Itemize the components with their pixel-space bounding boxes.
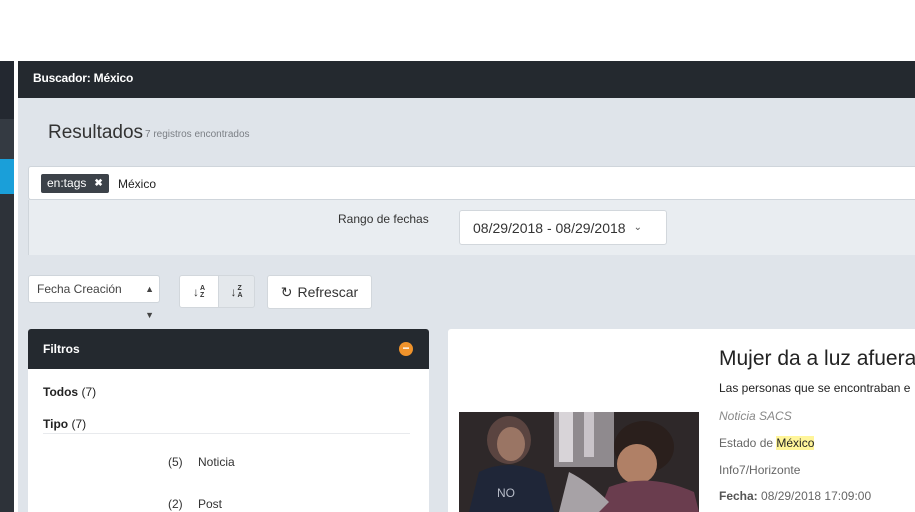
top-whitespace [0,0,915,61]
page-header: Buscador: México [18,61,915,98]
sort-descending-button[interactable]: ↓ Z A [219,275,255,308]
result-summary: Las personas que se encontraban e [719,381,911,395]
sidebar-segment[interactable] [0,61,14,119]
result-state: Estado de México [719,436,815,450]
sort-ascending-button[interactable]: ↓ A Z [179,275,219,308]
date-range-value: 08/29/2018 - 08/29/2018 [473,219,626,236]
search-highlight: México [776,436,815,450]
search-tags-input[interactable]: en:tags ✖ México [28,166,915,200]
filter-tipo-count: (7) [71,417,87,431]
filters-title: Filtros [43,342,80,356]
result-source: Noticia SACS [719,409,792,423]
left-sidebar-rail [0,61,14,512]
chevron-down-icon: ⌄ [633,222,642,233]
search-query-text[interactable]: México [118,177,156,191]
remove-tag-icon[interactable]: ✖ [94,174,102,193]
filter-item-count: (5) [168,455,183,469]
date-range-label: Rango de fechas [338,212,429,226]
result-card[interactable]: NO Mujer da a luz afuera Las personas qu… [448,329,915,512]
sidebar-segment [0,194,14,512]
filter-todos[interactable]: Todos (7) [43,385,96,399]
collapse-icon[interactable]: − [399,342,413,356]
sidebar-active-item[interactable] [0,159,14,194]
result-date: Fecha: 08/29/2018 17:09:00 [719,489,872,503]
sort-field-value: Fecha Creación [37,282,122,296]
filter-item-post[interactable]: (2) Post [168,497,222,511]
date-range-picker[interactable]: 08/29/2018 - 08/29/2018 ⌄ [459,210,667,245]
filter-item-label: Noticia [198,455,235,469]
filter-tipo[interactable]: Tipo (7) [43,417,86,431]
filters-header: Filtros − [28,329,429,369]
sidebar-segment[interactable] [0,119,14,159]
thumbnail-photo: NO [459,412,699,512]
sort-direction-group: ↓ A Z ↓ Z A [179,275,255,308]
filter-item-count: (2) [168,497,183,511]
filter-item-label: Post [198,497,223,511]
sort-field-select[interactable]: Fecha Creación ▲ ▼ [28,275,160,320]
select-arrows-icon: ▲ ▼ [145,284,154,320]
filters-panel: Filtros − Todos (7) Tipo (7) (5) Noticia… [28,329,429,512]
filter-tipo-label: Tipo [43,417,69,431]
filter-todos-count: (7) [81,385,97,399]
main-content: Resultados 7 registros encontrados en:ta… [18,98,915,512]
sort-alpha-asc-icon: ↓ A Z [192,284,206,299]
results-count: 7 registros encontrados [145,129,250,140]
divider [43,433,410,434]
tag-label: en:tags [47,176,87,190]
svg-text:NO: NO [497,486,515,500]
result-title[interactable]: Mujer da a luz afuera [719,347,915,371]
result-thumbnail[interactable]: NO [459,412,699,512]
filter-item-noticia[interactable]: (5) Noticia [168,455,235,469]
results-heading: Resultados [48,122,144,143]
date-range-panel: Rango de fechas 08/29/2018 - 08/29/2018 … [28,200,915,255]
search-tag: en:tags ✖ [41,174,109,193]
refresh-icon: ↻ [280,283,293,300]
refresh-button[interactable]: ↻ Refrescar [267,275,372,309]
result-outlet: Info7/Horizonte [719,463,801,477]
filter-todos-label: Todos [43,385,79,399]
sort-alpha-desc-icon: ↓ Z A [230,284,243,299]
refresh-label: Refrescar [297,284,359,300]
page-title: Buscador: México [33,71,134,85]
